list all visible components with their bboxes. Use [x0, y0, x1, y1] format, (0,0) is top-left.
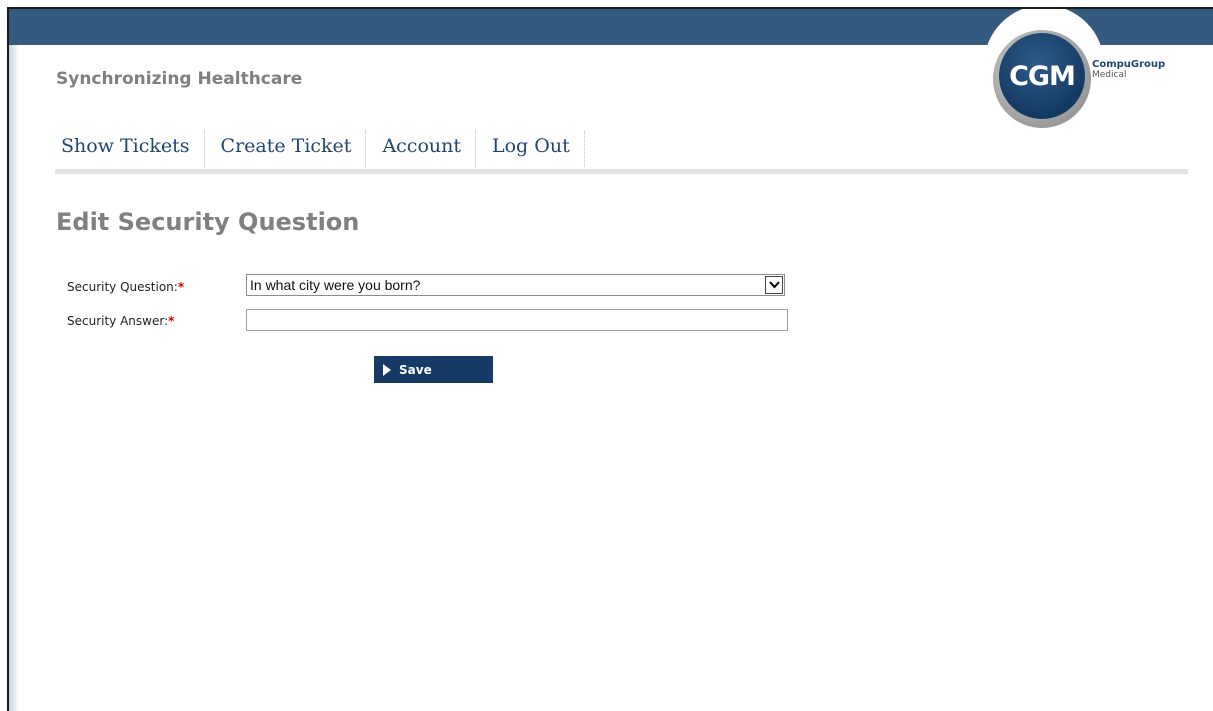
security-question-label-text: Security Question:	[67, 280, 178, 294]
security-question-label: Security Question:*	[67, 280, 184, 294]
required-marker: *	[168, 314, 175, 328]
play-arrow-icon	[383, 363, 391, 376]
nav-log-out[interactable]: Log Out	[485, 131, 585, 167]
required-marker: *	[177, 280, 185, 294]
site-tagline: Synchronizing Healthcare	[56, 69, 303, 89]
save-button[interactable]: Save	[374, 356, 493, 383]
company-name: CompuGroup Medical	[1092, 59, 1166, 81]
page-title: Edit Security Question	[56, 208, 360, 236]
main-nav: Show Tickets Create Ticket Account Log O…	[54, 131, 594, 167]
left-shade	[9, 45, 19, 711]
nav-show-tickets[interactable]: Show Tickets	[54, 131, 205, 167]
security-answer-input[interactable]	[246, 309, 788, 331]
nav-create-ticket[interactable]: Create Ticket	[214, 131, 367, 167]
security-answer-label: Security Answer:*	[67, 314, 174, 328]
save-button-label: Save	[399, 362, 432, 377]
security-question-select[interactable]: In what city were you born?	[246, 274, 785, 296]
browser-frame: Synchronizing Healthcare CGM CompuGroup …	[7, 7, 1213, 711]
company-name-line2: Medical	[1092, 70, 1127, 80]
security-question-selected: In what city were you born?	[250, 277, 421, 293]
nav-account[interactable]: Account	[375, 131, 476, 167]
nav-divider	[55, 169, 1188, 174]
company-name-line1: CompuGroup	[1092, 59, 1166, 70]
security-answer-label-text: Security Answer:	[67, 314, 169, 328]
cgm-logo: CGM	[999, 33, 1085, 119]
chevron-down-icon[interactable]	[765, 276, 783, 294]
